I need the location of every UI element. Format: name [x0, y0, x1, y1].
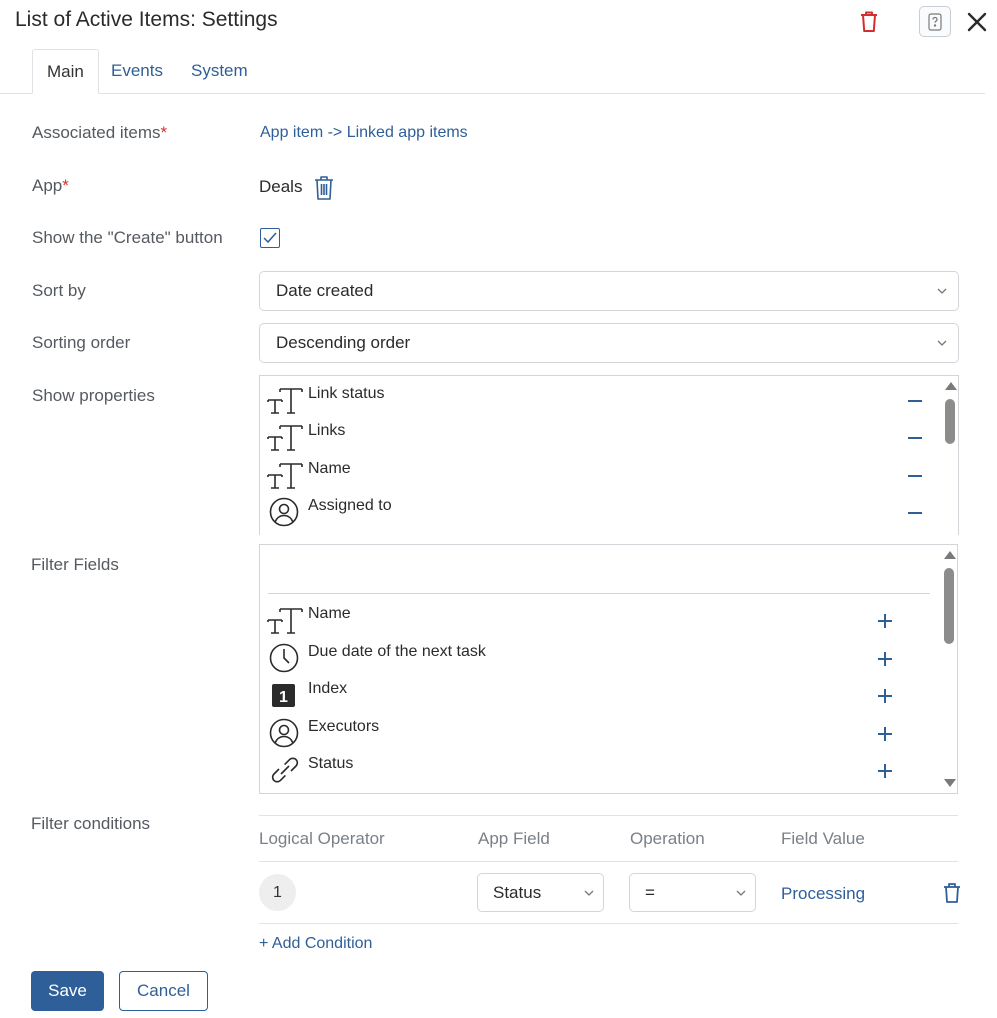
add-icon[interactable]: [874, 722, 896, 744]
app-field-select[interactable]: Status: [477, 873, 604, 912]
cancel-button[interactable]: Cancel: [119, 971, 208, 1011]
trash-icon[interactable]: [313, 175, 335, 201]
help-icon[interactable]: [919, 6, 951, 37]
user-icon: [269, 718, 299, 748]
operation-select[interactable]: =: [629, 873, 756, 912]
scroll-up-arrow-icon[interactable]: [944, 551, 956, 559]
add-icon[interactable]: [874, 759, 896, 781]
text-type-icon: [267, 425, 303, 451]
delete-widget-icon[interactable]: [858, 10, 880, 34]
show-properties-list[interactable]: Link status Links Name Assigned to: [259, 375, 959, 535]
list-item: Due date of the next task: [266, 641, 926, 678]
list-item: Name: [266, 603, 926, 640]
table-top-border: [259, 815, 958, 816]
table-header-divider: [259, 861, 958, 862]
chevron-down-icon: [584, 890, 594, 896]
add-condition-link[interactable]: + Add Condition: [259, 935, 372, 953]
filter-fields-label: Filter Fields: [31, 555, 119, 574]
table-row-divider: [259, 923, 958, 924]
sort-by-label: Sort by: [32, 281, 86, 300]
column-header-app-field: App Field: [478, 829, 550, 848]
associated-items-link[interactable]: App item -> Linked app items: [260, 124, 468, 142]
add-icon[interactable]: [874, 609, 896, 631]
remove-icon[interactable]: [904, 464, 926, 486]
add-icon[interactable]: [874, 647, 896, 669]
app-value: Deals: [259, 177, 303, 196]
associated-items-label: Associated items*: [32, 123, 168, 142]
app-label: App*: [32, 176, 69, 195]
list-item: Links: [266, 420, 926, 457]
sorting-order-select[interactable]: Descending order: [259, 323, 959, 363]
show-create-label: Show the "Create" button: [32, 228, 223, 247]
list-item: Link status: [266, 383, 926, 420]
text-type-icon: [267, 463, 303, 489]
add-icon[interactable]: [874, 684, 896, 706]
scroll-thumb[interactable]: [945, 399, 955, 444]
scrollbar[interactable]: [942, 376, 958, 535]
filter-search-divider: [268, 593, 930, 594]
chevron-down-icon: [937, 340, 947, 346]
number-icon: 1: [272, 684, 295, 707]
remove-icon[interactable]: [904, 426, 926, 448]
remove-icon[interactable]: [904, 389, 926, 411]
scrollbar[interactable]: [941, 545, 957, 793]
sort-by-value: Date created: [276, 281, 374, 300]
remove-icon[interactable]: [904, 501, 926, 523]
field-value-link[interactable]: Processing: [781, 884, 865, 904]
list-item: Name: [266, 458, 926, 495]
scroll-up-arrow-icon[interactable]: [945, 382, 957, 390]
clock-icon: [269, 643, 299, 673]
tab-events[interactable]: Events: [97, 49, 177, 94]
dialog-title: List of Active Items: Settings: [15, 8, 278, 31]
column-header-logical-operator: Logical Operator: [259, 829, 385, 848]
delete-condition-icon[interactable]: [942, 882, 962, 904]
text-type-icon: [267, 388, 303, 414]
tab-system[interactable]: System: [177, 49, 262, 94]
filter-fields-list[interactable]: Name Due date of the next task 1 Index E…: [259, 544, 958, 794]
column-header-field-value: Field Value: [781, 829, 865, 848]
show-properties-label: Show properties: [32, 386, 155, 405]
user-icon: [269, 497, 299, 527]
list-item: 1 Index: [266, 678, 926, 715]
condition-number-badge: 1: [259, 874, 296, 911]
scroll-thumb[interactable]: [944, 568, 954, 644]
tab-main[interactable]: Main: [32, 49, 99, 94]
chevron-down-icon: [736, 890, 746, 896]
svg-text:1: 1: [279, 689, 288, 706]
list-item: Executors: [266, 716, 926, 753]
chevron-down-icon: [937, 288, 947, 294]
list-item: Assigned to: [266, 495, 926, 532]
sorting-order-label: Sorting order: [32, 333, 131, 352]
close-icon[interactable]: [965, 10, 989, 34]
column-header-operation: Operation: [630, 829, 705, 848]
sort-by-select[interactable]: Date created: [259, 271, 959, 311]
save-button[interactable]: Save: [31, 971, 104, 1011]
list-item: Status: [266, 753, 926, 790]
text-type-icon: [267, 608, 303, 634]
sorting-order-value: Descending order: [276, 333, 411, 352]
link-icon: [271, 757, 299, 783]
show-create-checkbox[interactable]: [260, 228, 280, 248]
scroll-down-arrow-icon[interactable]: [944, 779, 956, 787]
filter-conditions-label: Filter conditions: [31, 814, 151, 833]
